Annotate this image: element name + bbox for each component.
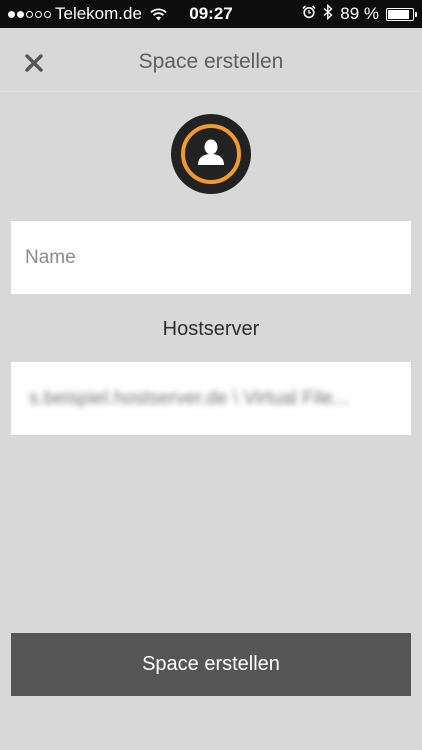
battery-percent: 89 %: [340, 4, 379, 23]
page-title: Space erstellen: [138, 50, 284, 73]
header: Space erstellen: [0, 28, 422, 92]
battery-icon: [386, 7, 417, 21]
hostserver-label: Hostserver: [162, 318, 260, 340]
create-space-button[interactable]: Space erstellen: [11, 633, 411, 696]
hostserver-select[interactable]: s.beispiel.hostserver.de \ Virtual File.…: [11, 362, 411, 435]
hostserver-value: s.beispiel.hostserver.de \ Virtual File.…: [29, 387, 349, 409]
status-bar: Telekom.de 09:27 89 %: [0, 0, 422, 28]
name-input[interactable]: [11, 221, 411, 294]
battery-level: [388, 9, 410, 19]
bluetooth-icon: [323, 3, 333, 25]
user-icon: [198, 139, 224, 165]
status-right: 89 %: [302, 3, 417, 25]
space-avatar[interactable]: [171, 114, 251, 194]
alarm-icon: [302, 4, 316, 24]
